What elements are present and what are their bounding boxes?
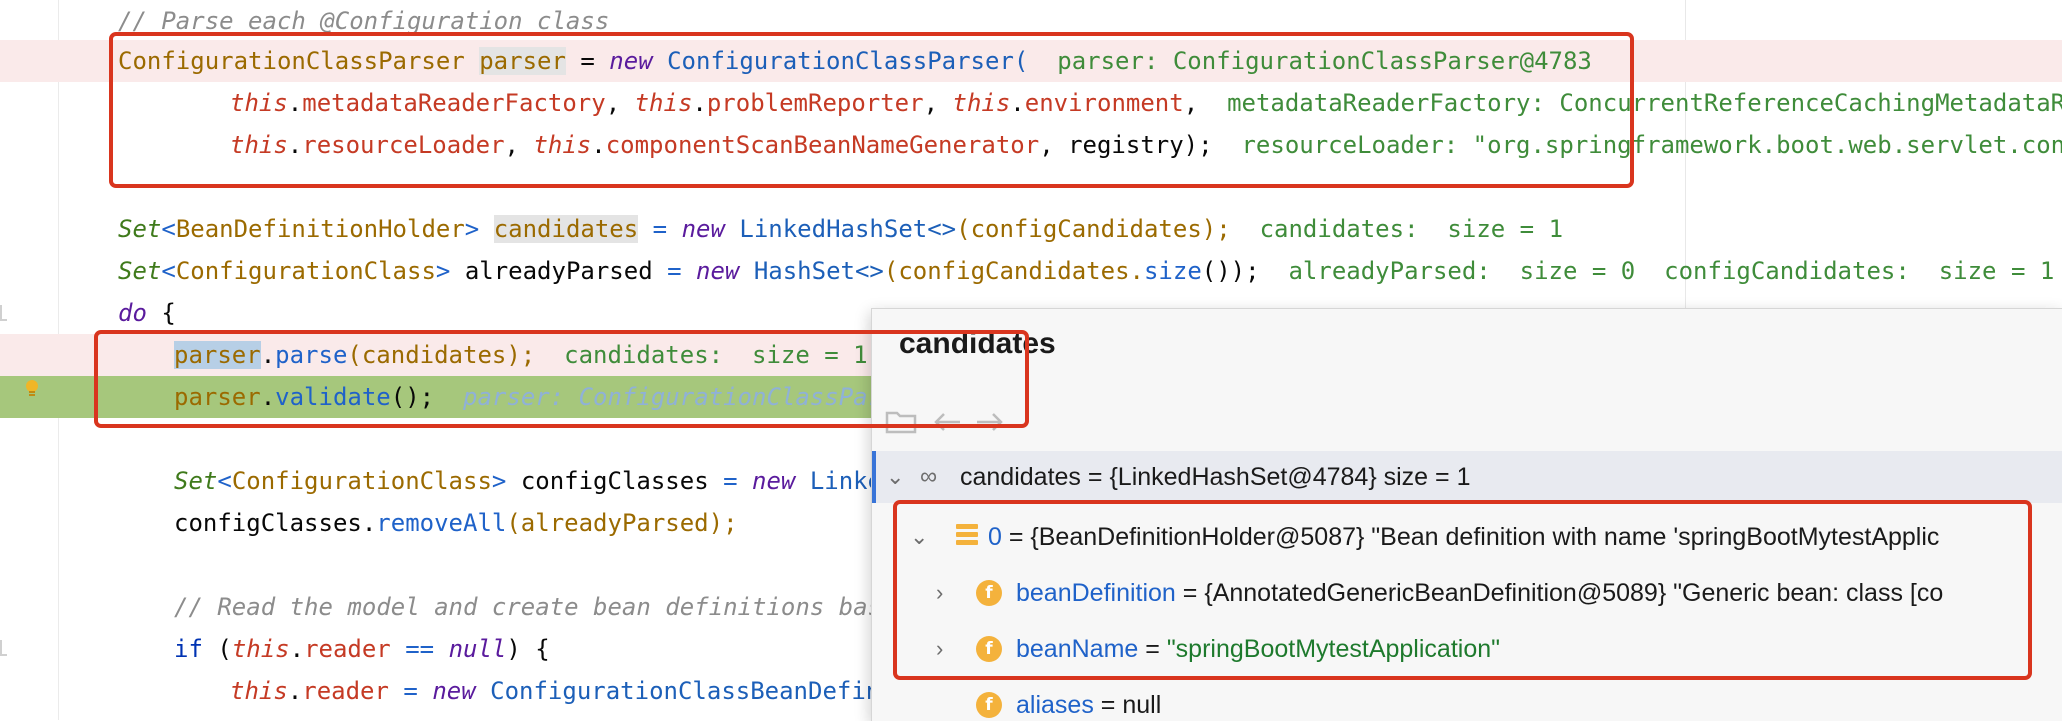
operator: = <box>388 677 433 705</box>
variable-name: alreadyParsed <box>464 257 653 285</box>
code-line-already-parsed[interactable]: Set<ConfigurationClass> alreadyParsed = … <box>118 250 2054 292</box>
keyword: new <box>681 215 725 243</box>
keyword: if <box>174 635 203 663</box>
code-line-remove-all[interactable]: configClasses.removeAll(alreadyParsed); <box>174 502 738 544</box>
tree-row[interactable]: ⌄ ∞ candidates = {LinkedHashSet@4784} si… <box>872 451 2062 503</box>
code-comment: // Read the model and create bean defini… <box>174 593 897 621</box>
inline-debug-value: alreadyParsed: size = 0 <box>1288 257 1636 285</box>
tree-row-eq: = <box>1080 463 1110 491</box>
variable-name: configClasses. <box>174 509 377 537</box>
tree-row-name: aliases <box>1016 691 1094 719</box>
intention-bulb-icon[interactable] <box>23 379 41 397</box>
field-name: reader <box>302 677 389 705</box>
code-text: (alreadyParsed); <box>506 509 738 537</box>
code-line-candidates[interactable]: Set<BeanDefinitionHolder> candidates = n… <box>118 208 1563 250</box>
constructor-call: ConfigurationClassBeanDefini <box>490 677 895 705</box>
keyword-this: this <box>231 635 290 663</box>
tree-row-name: candidates <box>960 463 1081 491</box>
watch-glasses-icon: ∞ <box>920 463 938 490</box>
code-line-do[interactable]: do { <box>118 292 176 334</box>
fold-marker[interactable] <box>0 640 7 656</box>
chevron-down-icon[interactable]: ⌄ <box>886 451 904 503</box>
variable-name: configClasses <box>520 467 709 495</box>
constructor-call: LinkedHashSet<> <box>739 215 957 243</box>
keyword: new <box>752 467 796 495</box>
keyword: new <box>432 677 476 705</box>
keyword: null <box>448 635 507 663</box>
annotation-box <box>109 32 1634 188</box>
type-name: Set <box>118 257 162 285</box>
code-text: ) { <box>506 635 550 663</box>
type-name: BeanDefinitionHolder <box>175 215 465 243</box>
constructor-call: HashSet<> <box>753 257 884 285</box>
code-text: { <box>146 299 176 327</box>
fold-marker[interactable] <box>0 305 7 321</box>
keyword-this: this <box>230 677 288 705</box>
tree-row-value: {LinkedHashSet@4784} size = 1 <box>1109 463 1471 491</box>
inline-debug-value: configCandidates: size = 1 <box>1664 257 2055 285</box>
annotation-box <box>94 330 1029 428</box>
code-text: ( <box>202 635 232 663</box>
annotation-box <box>893 500 2032 680</box>
tree-row[interactable]: f aliases = null <box>872 679 2062 721</box>
variable-name: candidates <box>493 215 639 243</box>
keyword: new <box>696 257 740 285</box>
type-name: Set <box>174 467 218 495</box>
type-name: ConfigurationClass <box>175 257 436 285</box>
keyword: do <box>118 299 147 327</box>
method-call: removeAll <box>376 509 507 537</box>
selection-indicator <box>872 451 876 503</box>
operator: == <box>390 635 449 663</box>
tree-row-eq: = <box>1093 691 1123 719</box>
field-name: reader <box>304 635 391 663</box>
field-icon: f <box>976 692 1002 718</box>
code-line-if[interactable]: if (this.reader == null) { <box>174 628 550 670</box>
type-name: Set <box>118 215 162 243</box>
tree-row-value: null <box>1122 691 1162 719</box>
method-call: size <box>1143 257 1202 285</box>
code-line-reader[interactable]: this.reader = new ConfigurationClassBean… <box>230 670 895 712</box>
code-text: (configCandidates. <box>883 257 1144 285</box>
code-line-config-classes[interactable]: Set<ConfigurationClass> configClasses = … <box>174 460 897 502</box>
code-text: (configCandidates); <box>956 215 1231 243</box>
code-text: ()); <box>1201 257 1260 285</box>
inline-debug-value: candidates: size = 1 <box>1259 215 1564 243</box>
type-name: ConfigurationClass <box>231 467 492 495</box>
